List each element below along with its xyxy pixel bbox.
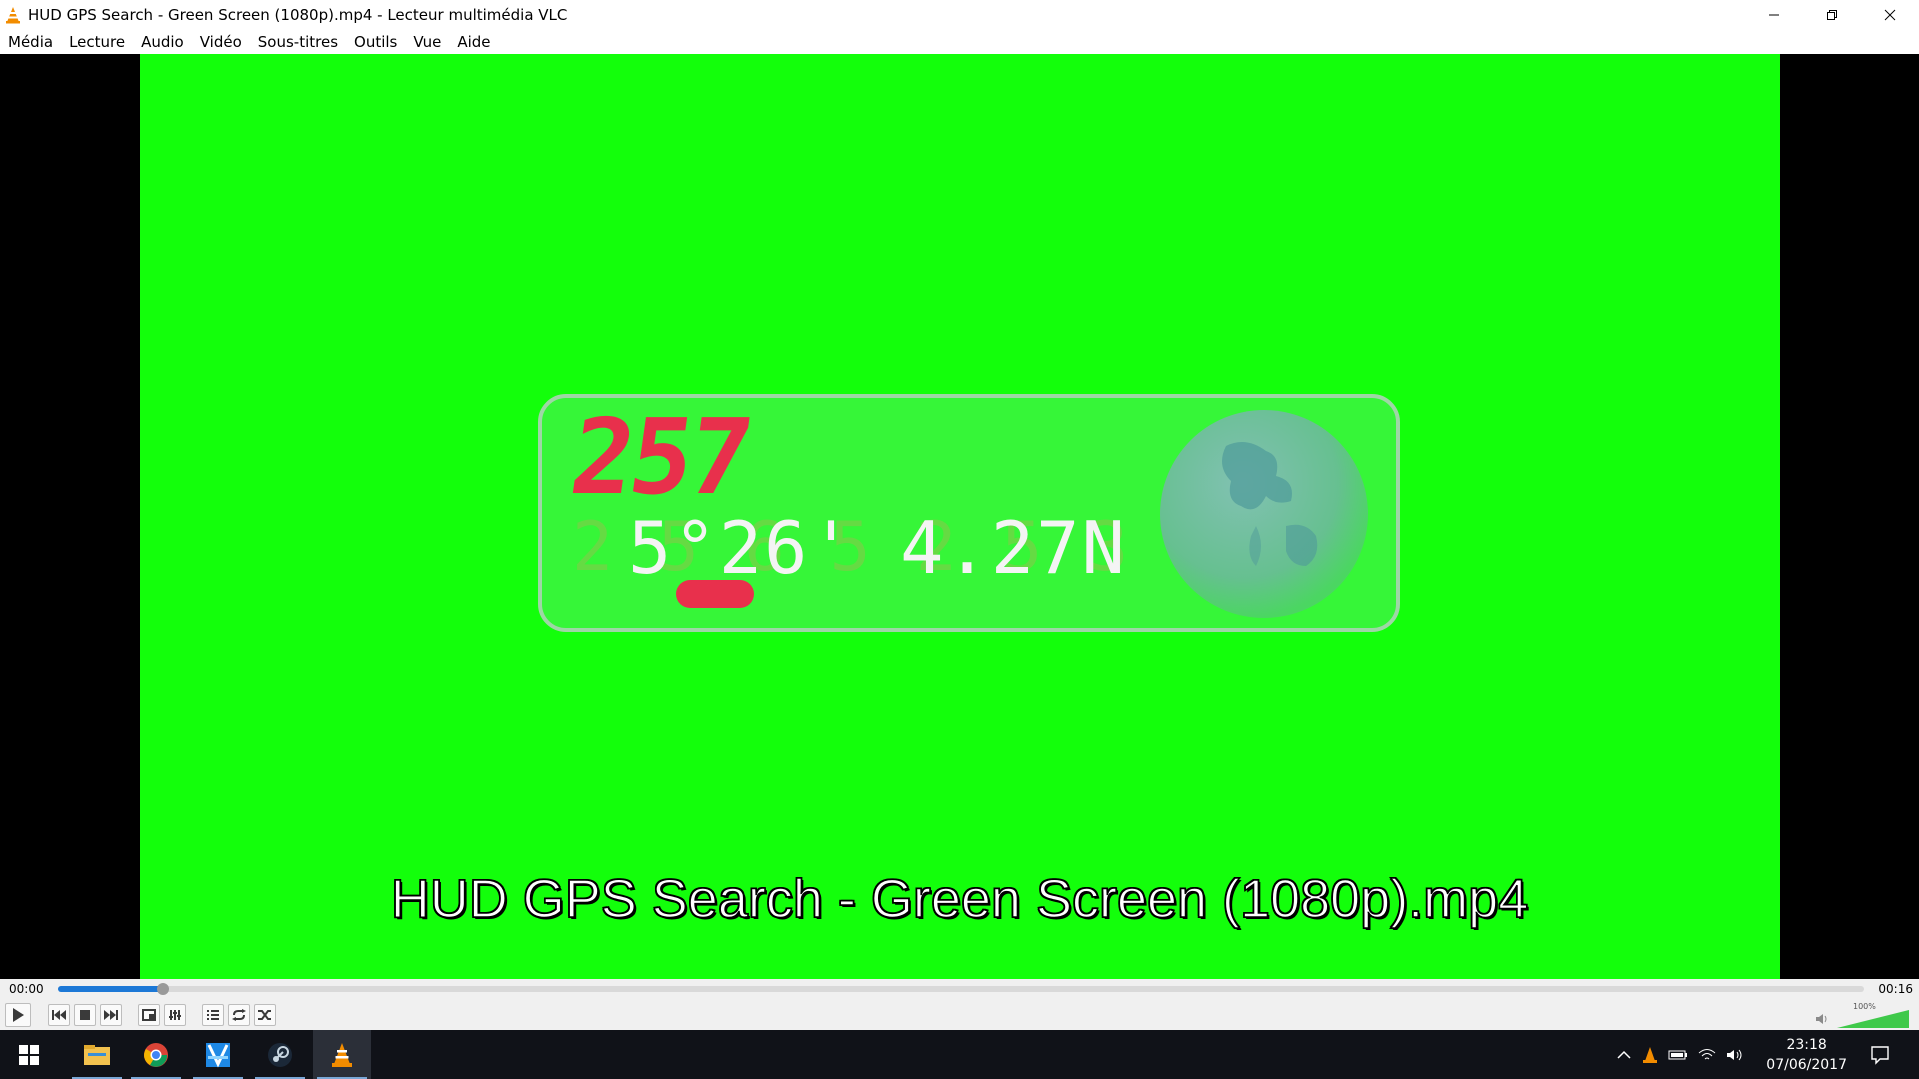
loop-button[interactable]	[228, 1004, 250, 1026]
stop-button[interactable]	[74, 1004, 96, 1026]
shuffle-button[interactable]	[254, 1004, 276, 1026]
taskbar-steam[interactable]	[251, 1030, 309, 1079]
vlc-tray-icon[interactable]	[1642, 1046, 1658, 1064]
stop-icon	[80, 1010, 90, 1020]
notification-icon	[1871, 1045, 1889, 1065]
window-controls	[1745, 0, 1919, 29]
menu-vue[interactable]: Vue	[413, 33, 441, 51]
playlist-icon	[207, 1010, 219, 1020]
minimize-icon	[1769, 14, 1779, 15]
clock-time: 23:18	[1786, 1037, 1827, 1053]
restore-button[interactable]	[1803, 0, 1861, 29]
subtitle-text: HUD GPS Search - Green Screen (1080p).mp…	[390, 868, 1529, 930]
menu-audio[interactable]: Audio	[141, 33, 184, 51]
hud-big-number: 257	[563, 396, 757, 518]
seek-bar[interactable]	[58, 983, 1864, 995]
playlist-button[interactable]	[202, 1004, 224, 1026]
vlc-cone-icon	[6, 6, 20, 23]
play-icon	[13, 1008, 24, 1022]
shuffle-icon	[258, 1010, 271, 1020]
extended-settings-button[interactable]	[164, 1004, 186, 1026]
seek-row: 00:00 00:16	[0, 979, 1919, 999]
title-bar: HUD GPS Search - Green Screen (1080p).mp…	[0, 0, 1919, 29]
window-title: HUD GPS Search - Green Screen (1080p).mp…	[28, 5, 568, 24]
clock-date: 07/06/2017	[1766, 1057, 1847, 1073]
volume-slider[interactable]	[1837, 1010, 1909, 1028]
windows-start-icon	[19, 1044, 39, 1065]
chevron-up-icon[interactable]	[1616, 1049, 1632, 1061]
menu-lecture[interactable]: Lecture	[69, 33, 125, 51]
menu-sous-titres[interactable]: Sous-titres	[258, 33, 338, 51]
play-button[interactable]	[5, 1003, 31, 1027]
player-controls: 00:00 00:16 100%	[0, 979, 1919, 1030]
elapsed-time: 00:00	[9, 982, 44, 996]
volume-control[interactable]: 100%	[1815, 1002, 1911, 1028]
chrome-icon	[144, 1042, 168, 1067]
hud-red-indicator	[676, 580, 754, 608]
menu-outils[interactable]: Outils	[354, 33, 397, 51]
video-area[interactable]: 2 5 6 5 2 5 3 257 5°26' 4.27N HUD GPS Se…	[0, 54, 1919, 979]
close-icon	[1884, 9, 1896, 20]
action-center-button[interactable]	[1852, 1030, 1908, 1079]
total-duration: 00:16	[1878, 982, 1913, 996]
globe-icon	[1160, 410, 1368, 618]
taskbar-file-explorer[interactable]	[68, 1030, 126, 1079]
taskbar-vlc[interactable]	[313, 1030, 371, 1079]
taskbar-chrome[interactable]	[127, 1030, 185, 1079]
extended-settings-icon	[169, 1010, 181, 1020]
taskbar-clock[interactable]: 23:18 07/06/2017	[1766, 1035, 1847, 1075]
fullscreen-button[interactable]	[138, 1004, 160, 1026]
menu-bar: Média Lecture Audio Vidéo Sous-titres Ou…	[0, 29, 1919, 54]
previous-button[interactable]	[48, 1004, 70, 1026]
system-tray	[1616, 1030, 1744, 1079]
file-explorer-icon	[84, 1044, 110, 1065]
hud-coordinates: 5°26' 4.27N	[628, 506, 1127, 590]
vlc-icon	[332, 1042, 352, 1067]
wifi-icon[interactable]	[1698, 1048, 1716, 1062]
speaker-volume-icon	[1816, 1014, 1827, 1024]
previous-icon	[52, 1010, 66, 1020]
next-icon	[104, 1010, 118, 1020]
menu-video[interactable]: Vidéo	[200, 33, 242, 51]
seek-progress	[58, 986, 163, 992]
control-buttons: 100%	[0, 1000, 1919, 1030]
battery-icon[interactable]	[1668, 1049, 1688, 1061]
seek-handle[interactable]	[156, 983, 169, 995]
video-editor-icon	[206, 1042, 230, 1068]
loop-icon	[232, 1009, 246, 1021]
windows-taskbar: 23:18 07/06/2017	[0, 1030, 1919, 1079]
hud-gps-panel: 2 5 6 5 2 5 3 257 5°26' 4.27N	[538, 394, 1400, 632]
fullscreen-icon	[142, 1009, 156, 1021]
minimize-button[interactable]	[1745, 0, 1803, 29]
restore-icon	[1827, 9, 1837, 20]
menu-aide[interactable]: Aide	[457, 33, 490, 51]
steam-icon	[268, 1042, 292, 1067]
taskbar-video-editor[interactable]	[189, 1030, 247, 1079]
speaker-icon[interactable]	[1726, 1048, 1744, 1062]
menu-media[interactable]: Média	[8, 33, 53, 51]
video-frame: 2 5 6 5 2 5 3 257 5°26' 4.27N HUD GPS Se…	[140, 54, 1780, 979]
start-button[interactable]	[0, 1030, 58, 1079]
next-button[interactable]	[100, 1004, 122, 1026]
close-button[interactable]	[1861, 0, 1919, 29]
